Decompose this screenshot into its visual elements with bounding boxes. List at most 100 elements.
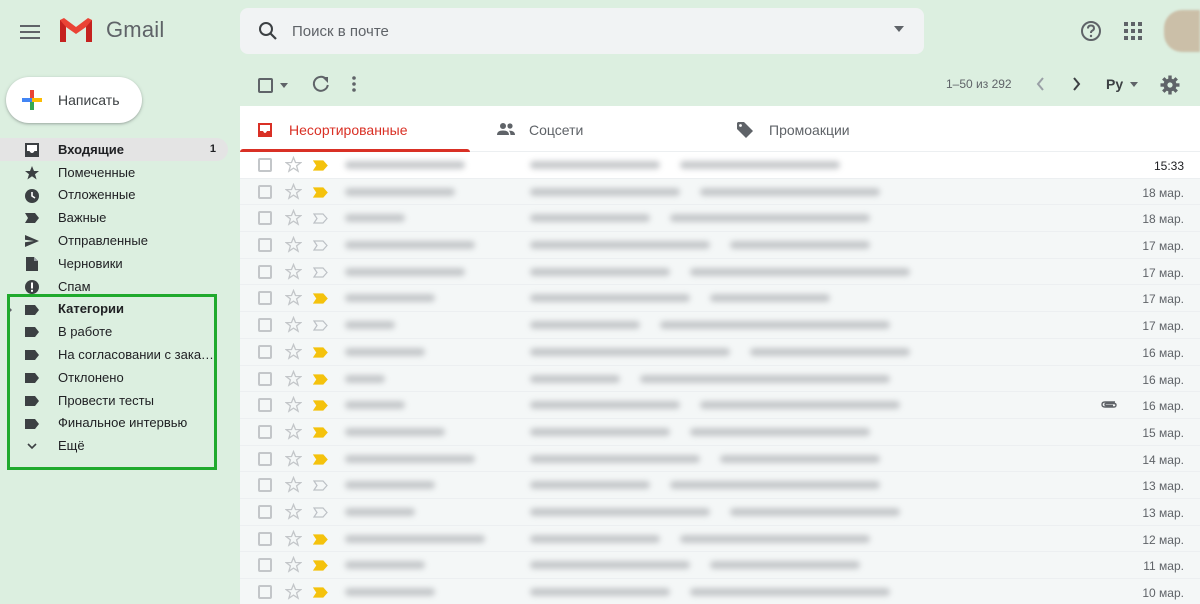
select-all-checkbox[interactable]	[258, 78, 273, 93]
blurred-text	[710, 561, 860, 570]
star-icon[interactable]	[285, 529, 302, 547]
row-checkbox[interactable]	[258, 504, 272, 519]
row-checkbox[interactable]	[258, 451, 272, 466]
input-tools-caret-icon[interactable]	[1130, 82, 1138, 87]
star-icon[interactable]	[285, 396, 302, 413]
email-row[interactable]: 10 мар.	[240, 579, 1200, 604]
important-marker-icon[interactable]	[313, 453, 328, 465]
email-row[interactable]: 17 мар.	[240, 312, 1200, 339]
star-icon[interactable]	[285, 369, 302, 387]
email-row[interactable]: 14 мар.	[240, 445, 1200, 473]
email-summary	[340, 342, 1100, 363]
star-icon[interactable]	[285, 583, 302, 600]
sidebar-item-important[interactable]: Важные	[0, 206, 230, 229]
row-checkbox[interactable]	[258, 318, 272, 333]
star-icon[interactable]	[285, 342, 302, 360]
sidebar-item-drafts[interactable]: Черновики	[0, 252, 230, 275]
star-icon[interactable]	[285, 156, 302, 173]
star-icon[interactable]	[285, 502, 302, 520]
email-row[interactable]: 17 мар.	[240, 285, 1200, 313]
row-checkbox[interactable]	[258, 424, 272, 439]
refresh-icon[interactable]	[312, 75, 330, 93]
email-row[interactable]: 17 мар.	[240, 258, 1200, 286]
help-button[interactable]	[1080, 20, 1102, 47]
email-row[interactable]: 13 мар.	[240, 472, 1200, 499]
attachment-icon[interactable]	[1100, 398, 1118, 410]
important-marker-icon[interactable]	[313, 560, 328, 571]
email-row[interactable]: 16 мар.	[240, 338, 1200, 366]
tab-primary[interactable]: Несортированные	[240, 106, 470, 152]
important-marker-icon[interactable]	[313, 400, 328, 411]
important-marker-icon[interactable]	[313, 534, 328, 545]
important-marker-icon[interactable]	[313, 373, 328, 385]
search-icon[interactable]	[256, 19, 280, 43]
row-checkbox[interactable]	[258, 531, 272, 546]
important-marker-icon[interactable]	[313, 587, 328, 598]
important-marker-icon[interactable]	[313, 480, 328, 491]
main-menu-button[interactable]	[18, 20, 42, 44]
email-row[interactable]: 15 мар.	[240, 418, 1200, 446]
row-checkbox[interactable]	[258, 398, 272, 413]
row-checkbox[interactable]	[258, 184, 272, 199]
row-checkbox[interactable]	[258, 291, 272, 306]
star-icon[interactable]	[285, 556, 302, 574]
sidebar-item-starred[interactable]: Помеченные	[0, 161, 230, 184]
row-checkbox[interactable]	[258, 158, 272, 172]
search-bar[interactable]	[240, 8, 924, 54]
row-checkbox[interactable]	[258, 211, 272, 226]
star-icon[interactable]	[285, 289, 302, 307]
input-tools-button[interactable]: Ру	[1106, 76, 1123, 92]
email-row[interactable]: 16 мар.	[240, 365, 1200, 393]
important-marker-icon[interactable]	[313, 267, 328, 278]
email-row[interactable]: 12 мар.	[240, 525, 1200, 553]
important-marker-icon[interactable]	[313, 347, 328, 358]
more-vert-icon[interactable]	[352, 75, 356, 93]
google-apps-button[interactable]	[1123, 21, 1143, 46]
tab-promotions[interactable]: Промоакции	[720, 106, 950, 152]
row-checkbox[interactable]	[258, 371, 272, 386]
star-icon[interactable]	[285, 316, 302, 333]
compose-button[interactable]: Написать	[6, 77, 142, 123]
row-checkbox[interactable]	[258, 585, 272, 599]
sidebar-item-inbox[interactable]: Входящие 1	[0, 138, 228, 161]
star-icon[interactable]	[285, 182, 302, 200]
sidebar-item-snoozed[interactable]: Отложенные	[0, 184, 230, 207]
tab-social[interactable]: Соцсети	[480, 106, 710, 152]
account-avatar[interactable]	[1164, 10, 1200, 52]
row-checkbox[interactable]	[258, 478, 272, 493]
important-marker-icon[interactable]	[313, 187, 328, 198]
search-options-icon[interactable]	[894, 26, 904, 32]
important-marker-icon[interactable]	[313, 507, 328, 518]
email-date: 16 мар.	[1142, 399, 1184, 414]
important-marker-icon[interactable]	[313, 160, 328, 171]
star-icon[interactable]	[285, 236, 302, 253]
star-icon[interactable]	[285, 476, 302, 493]
email-row[interactable]: 18 мар.	[240, 205, 1200, 233]
select-caret-icon[interactable]	[280, 83, 288, 88]
row-checkbox[interactable]	[258, 264, 272, 279]
star-icon[interactable]	[285, 422, 302, 440]
important-marker-icon[interactable]	[313, 427, 328, 438]
important-marker-icon[interactable]	[313, 240, 328, 251]
email-row[interactable]: 13 мар.	[240, 498, 1200, 526]
row-checkbox[interactable]	[258, 558, 272, 573]
email-row[interactable]: 11 мар.	[240, 552, 1200, 579]
important-marker-icon[interactable]	[313, 213, 328, 224]
star-icon[interactable]	[285, 262, 302, 280]
gmail-logo[interactable]: Gmail	[58, 16, 164, 44]
email-row[interactable]: 16 мар.	[240, 392, 1200, 419]
row-checkbox[interactable]	[258, 238, 272, 253]
search-input[interactable]	[292, 21, 852, 41]
email-row[interactable]: 15:33	[240, 152, 1200, 179]
star-icon[interactable]	[285, 449, 302, 467]
important-marker-icon[interactable]	[313, 320, 328, 331]
email-row[interactable]: 18 мар.	[240, 178, 1200, 206]
chevron-right-icon[interactable]	[1072, 76, 1082, 92]
sidebar-item-sent[interactable]: Отправленные	[0, 229, 230, 252]
important-marker-icon[interactable]	[313, 293, 328, 305]
email-row[interactable]: 17 мар.	[240, 232, 1200, 259]
row-checkbox[interactable]	[258, 344, 272, 359]
settings-gear-icon[interactable]	[1160, 75, 1180, 95]
star-icon[interactable]	[285, 209, 302, 227]
chevron-left-icon[interactable]	[1035, 76, 1045, 92]
